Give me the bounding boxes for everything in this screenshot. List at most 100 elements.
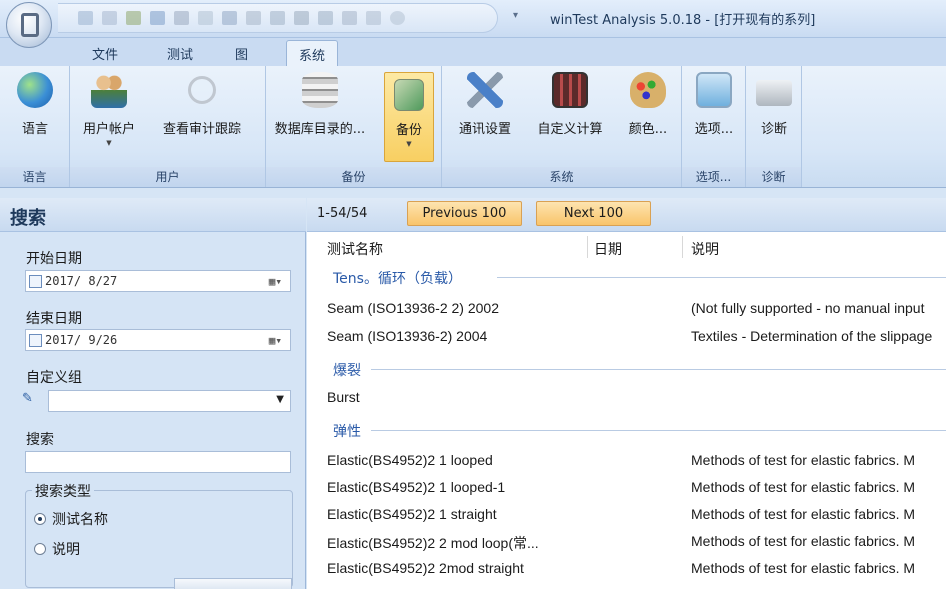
color-button[interactable]: 颜色... bbox=[620, 72, 676, 158]
backup-button[interactable]: 备份 ▼ bbox=[384, 72, 434, 162]
app-logo-icon bbox=[21, 13, 39, 37]
previous-page-button[interactable]: Previous 100 bbox=[407, 201, 522, 226]
chevron-down-icon: ▼ bbox=[276, 394, 284, 405]
users-icon[interactable] bbox=[126, 11, 141, 25]
column-divider[interactable] bbox=[682, 236, 683, 258]
table-row-description[interactable]: Methods of test for elastic fabrics. M bbox=[691, 533, 946, 549]
dropdown-caret-icon: ▼ bbox=[406, 140, 412, 148]
column-header-description[interactable]: 说明 bbox=[691, 239, 719, 259]
table-row-description[interactable]: Methods of test for elastic fabrics. M bbox=[691, 452, 946, 468]
table-row-name[interactable]: Elastic(BS4952)2 1 looped-1 bbox=[327, 479, 505, 495]
table-row-description[interactable]: Methods of test for elastic fabrics. M bbox=[691, 479, 946, 495]
start-date-checkbox[interactable] bbox=[29, 275, 42, 288]
group-users-label: 用户 bbox=[70, 167, 265, 187]
table-row-name[interactable]: Elastic(BS4952)2 2mod straight bbox=[327, 560, 524, 576]
custom-group-combo[interactable]: ▼ bbox=[48, 390, 291, 412]
end-date-checkbox[interactable] bbox=[29, 334, 42, 347]
column-header-date[interactable]: 日期 bbox=[594, 239, 622, 259]
custom-calc-button[interactable]: 自定义计算 bbox=[526, 72, 614, 158]
export-icon[interactable] bbox=[270, 11, 285, 25]
table-row-description[interactable]: Methods of test for elastic fabrics. M bbox=[691, 560, 946, 576]
column-divider[interactable] bbox=[587, 236, 588, 258]
search-input[interactable] bbox=[25, 451, 291, 473]
search-label: 搜索 bbox=[26, 432, 54, 448]
chart-icon[interactable] bbox=[222, 11, 237, 25]
edit-icon[interactable] bbox=[102, 11, 117, 25]
user-accounts-label: 用户帐户 bbox=[82, 122, 135, 137]
language-button[interactable]: 语言 bbox=[10, 72, 60, 158]
audit-trail-label: 查看审计跟踪 bbox=[162, 122, 241, 137]
search-panel: 搜索 开始日期 2017/ 8/27 ▦▾ 结束日期 2017/ 9/26 ▦▾… bbox=[0, 198, 306, 589]
audit-trail-button[interactable]: 查看审计跟踪 bbox=[148, 72, 256, 158]
table-row-description[interactable]: Methods of test for elastic fabrics. M bbox=[691, 506, 946, 522]
group-backup: 数据库目录的... 备份 ▼ 备份 bbox=[266, 66, 442, 187]
start-date-label: 开始日期 bbox=[26, 251, 82, 267]
next-page-button[interactable]: Next 100 bbox=[536, 201, 651, 226]
table-row-name[interactable]: Seam (ISO13936-2 2) 2002 bbox=[327, 300, 499, 316]
category-header[interactable]: 弹性 bbox=[333, 421, 361, 441]
radio-test-name[interactable]: 测试名称 bbox=[34, 509, 108, 529]
calendar-dropdown-icon[interactable]: ▦▾ bbox=[269, 275, 282, 288]
new-icon[interactable] bbox=[78, 11, 93, 25]
group-diagnostics: 诊断 诊断 bbox=[746, 66, 802, 187]
group-options: 选项... 选项... bbox=[682, 66, 746, 187]
tab-system[interactable]: 系统 bbox=[286, 40, 339, 67]
tab-graph[interactable]: 图 bbox=[235, 44, 248, 63]
radio-description[interactable]: 说明 bbox=[34, 539, 80, 559]
end-date-label: 结束日期 bbox=[26, 311, 82, 327]
radio-test-name-label: 测试名称 bbox=[52, 512, 108, 528]
pen-icon[interactable] bbox=[318, 11, 333, 25]
language-button-label: 语言 bbox=[21, 122, 48, 137]
custom-calc-label: 自定义计算 bbox=[537, 122, 603, 137]
table-row-name[interactable]: Elastic(BS4952)2 1 straight bbox=[327, 506, 497, 522]
search-icon[interactable] bbox=[198, 11, 213, 25]
category-header[interactable]: Tens。循环（负载） bbox=[333, 268, 462, 288]
category-divider bbox=[497, 277, 946, 278]
backup-icon bbox=[394, 79, 424, 111]
pin-icon[interactable]: ✎ bbox=[22, 391, 33, 406]
screen-icon[interactable] bbox=[366, 11, 381, 25]
list-icon[interactable] bbox=[342, 11, 357, 25]
column-header-name[interactable]: 测试名称 bbox=[327, 239, 383, 259]
table-row-name[interactable]: Elastic(BS4952)2 2 mod loop(常... bbox=[327, 533, 539, 553]
refresh-icon[interactable] bbox=[390, 11, 405, 25]
tab-test[interactable]: 测试 bbox=[167, 44, 193, 63]
diagnostics-button[interactable]: 诊断 bbox=[750, 72, 798, 158]
comm-settings-label: 通讯设置 bbox=[458, 122, 511, 137]
print-icon[interactable] bbox=[174, 11, 189, 25]
window-title: winTest Analysis 5.0.18 - [打开现有的系列] bbox=[550, 13, 816, 28]
options-icon bbox=[696, 72, 732, 108]
comm-settings-button[interactable]: 通讯设置 bbox=[446, 72, 524, 158]
application-menu-button[interactable] bbox=[6, 2, 52, 48]
settings-icon[interactable] bbox=[294, 11, 309, 25]
magnifier-icon bbox=[188, 76, 216, 104]
tab-file[interactable]: 文件 bbox=[92, 44, 118, 63]
start-date-picker[interactable]: 2017/ 8/27 ▦▾ bbox=[25, 270, 291, 292]
table-row-description[interactable]: Textiles - Determination of the slippage bbox=[691, 328, 946, 344]
end-date-picker[interactable]: 2017/ 9/26 ▦▾ bbox=[25, 329, 291, 351]
category-divider bbox=[371, 430, 946, 431]
calendar-dropdown-icon[interactable]: ▦▾ bbox=[269, 334, 282, 347]
database-directory-button[interactable]: 数据库目录的... bbox=[266, 72, 374, 158]
table-row-name[interactable]: Burst bbox=[327, 389, 360, 405]
search-button[interactable] bbox=[174, 578, 292, 589]
category-header[interactable]: 爆裂 bbox=[333, 360, 361, 380]
options-button[interactable]: 选项... bbox=[688, 72, 740, 158]
table-row-name[interactable]: Seam (ISO13936-2) 2004 bbox=[327, 328, 487, 344]
grid-icon[interactable] bbox=[150, 11, 165, 25]
search-type-label: 搜索类型 bbox=[32, 481, 94, 501]
group-language: 语言 语言 bbox=[0, 66, 70, 187]
group-users: 用户帐户 ▼ 查看审计跟踪 用户 bbox=[70, 66, 266, 187]
search-panel-title: 搜索 bbox=[0, 198, 306, 232]
table-row-name[interactable]: Elastic(BS4952)2 1 looped bbox=[327, 452, 493, 468]
radio-selected-icon bbox=[34, 513, 46, 525]
database-icon bbox=[302, 72, 338, 108]
group-language-label: 语言 bbox=[0, 167, 69, 187]
table-row-description[interactable]: (Not fully supported - no manual input bbox=[691, 300, 946, 316]
database-directory-label: 数据库目录的... bbox=[274, 122, 366, 137]
user-accounts-button[interactable]: 用户帐户 ▼ bbox=[76, 72, 142, 158]
group-backup-label: 备份 bbox=[266, 167, 441, 187]
options-label: 选项... bbox=[694, 122, 734, 137]
qat-dropdown-icon[interactable]: ▾ bbox=[513, 10, 518, 21]
report-icon[interactable] bbox=[246, 11, 261, 25]
